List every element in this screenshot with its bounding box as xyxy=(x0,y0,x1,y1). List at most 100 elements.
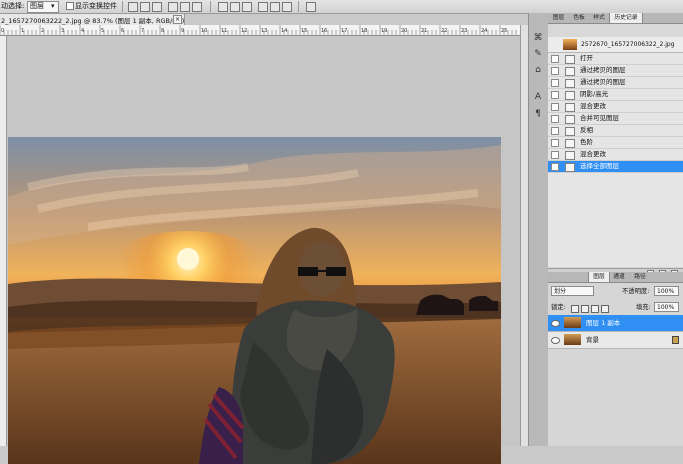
lock-position-icon[interactable] xyxy=(591,305,599,313)
history-item[interactable]: 通过拷贝的图层 xyxy=(548,77,683,89)
align-bottom-icon[interactable] xyxy=(152,2,162,12)
ruler-tick-label: 12 xyxy=(241,28,247,34)
tab-layers[interactable]: 图层 xyxy=(588,272,610,282)
history-source-checkbox[interactable] xyxy=(551,103,559,111)
history-source-checkbox[interactable] xyxy=(551,127,559,135)
history-item[interactable]: 混合更改 xyxy=(548,149,683,161)
history-source-checkbox[interactable] xyxy=(551,55,559,63)
ruler-tick-label: 8 xyxy=(161,28,164,34)
layer-name: 图层 1 副本 xyxy=(586,319,621,327)
history-source-checkbox[interactable] xyxy=(551,151,559,159)
history-item[interactable]: 打开 xyxy=(548,53,683,65)
history-item-label: 打开 xyxy=(580,54,593,62)
auto-align-icon[interactable] xyxy=(306,2,316,12)
history-step-icon xyxy=(565,55,575,64)
history-item-label: 通过拷贝的图层 xyxy=(580,66,626,74)
tab-layers[interactable]: 图层 xyxy=(548,13,569,23)
tab-paths[interactable]: 路径 xyxy=(630,272,650,282)
sunset-portrait-image xyxy=(8,137,501,464)
tab-channels[interactable]: 通道 xyxy=(609,272,629,282)
distribute-right-icon[interactable] xyxy=(282,2,292,12)
distribute-center-icon[interactable] xyxy=(270,2,280,12)
history-source-checkbox[interactable] xyxy=(551,67,559,75)
history-source-checkbox[interactable] xyxy=(551,115,559,123)
history-item[interactable]: 通过拷贝的图层 xyxy=(548,65,683,77)
tab-styles[interactable]: 样式 xyxy=(589,13,609,23)
paragraph-icon[interactable]: ¶ xyxy=(533,109,543,119)
align-left-icon[interactable] xyxy=(168,2,178,12)
lock-image-icon[interactable] xyxy=(581,305,589,313)
ruler-tick-label: 14 xyxy=(281,28,287,34)
history-source-checkbox[interactable] xyxy=(551,163,559,171)
history-snapshot[interactable]: 2572670_165727006322_2.jpg xyxy=(548,37,683,53)
history-source-checkbox[interactable] xyxy=(551,139,559,147)
history-source-checkbox[interactable] xyxy=(551,91,559,99)
toolbar-divider xyxy=(210,1,211,12)
history-list: 2572670_165727006322_2.jpg 打开 通过拷贝的图层 通过… xyxy=(548,37,683,267)
tab-swatches[interactable]: 色板 xyxy=(569,13,589,23)
history-item[interactable]: 反相 xyxy=(548,125,683,137)
history-panel-tabs: 图层 色板 样式 历史记录 xyxy=(548,13,683,24)
right-panel: 图层 色板 样式 历史记录 2572670_165727006322_2.jpg… xyxy=(548,13,683,446)
distribute-middle-icon[interactable] xyxy=(230,2,240,12)
left-ruler xyxy=(0,36,7,446)
snapshot-label: 2572670_165727006322_2.jpg xyxy=(581,41,675,48)
history-item-label: 色阶 xyxy=(580,138,593,146)
layer-row[interactable]: 图层 1 副本 xyxy=(548,315,683,332)
ruler-tick-label: 15 xyxy=(301,28,307,34)
clone-icon[interactable]: ⌂ xyxy=(533,65,543,75)
fill-value: 100% xyxy=(657,304,675,311)
top-ruler: 0 1 2 3 4 5 6 7 8 9 10 11 12 13 14 15 16 17 18 19 20 21 22 23 24… xyxy=(0,25,520,36)
layers-panel: 图层 通道 路径 划分 不透明度: 100% 锁定: 填充: 100% 图层 1… xyxy=(548,272,683,446)
lock-label: 锁定: xyxy=(551,304,566,311)
eye-icon[interactable] xyxy=(551,337,560,344)
ruler-tick-label: 23 xyxy=(461,28,467,34)
fill-field[interactable]: 100% xyxy=(654,302,679,312)
history-item[interactable]: 混合更改 xyxy=(548,101,683,113)
snapshot-thumbnail xyxy=(563,39,577,50)
ruler-tick-label: 18 xyxy=(361,28,367,34)
auto-select-dropdown[interactable]: 图层 ▾ xyxy=(27,1,59,13)
ruler-tick-label: 13 xyxy=(261,28,267,34)
distribute-left-icon[interactable] xyxy=(258,2,268,12)
history-icon[interactable]: ⌘ xyxy=(533,33,543,43)
history-step-icon xyxy=(565,115,575,124)
history-item[interactable]: 阴影/高光 xyxy=(548,89,683,101)
eye-icon[interactable] xyxy=(551,320,560,327)
tab-history[interactable]: 历史记录 xyxy=(609,13,643,23)
toolbar-divider xyxy=(298,1,299,12)
show-transform-label: 显示变换控件 xyxy=(75,2,117,10)
text-icon[interactable]: A xyxy=(533,92,543,102)
history-step-icon xyxy=(565,139,575,148)
history-item-label: 混合更改 xyxy=(580,150,606,158)
ruler-tick-label: 6 xyxy=(121,28,124,34)
distribute-top-icon[interactable] xyxy=(218,2,228,12)
history-item[interactable]: 色阶 xyxy=(548,137,683,149)
opacity-label: 不透明度: xyxy=(622,288,650,295)
show-transform-checkbox[interactable] xyxy=(66,2,74,10)
close-icon[interactable]: × xyxy=(173,15,182,24)
ruler-tick-label: 7 xyxy=(141,28,144,34)
history-item-selected[interactable]: 选择全部图层 xyxy=(548,161,683,173)
blend-mode-dropdown[interactable]: 划分 xyxy=(551,286,594,296)
align-middle-icon[interactable] xyxy=(140,2,150,12)
history-source-checkbox[interactable] xyxy=(551,79,559,87)
lock-transparency-icon[interactable] xyxy=(571,305,579,313)
history-item[interactable]: 合并可见图层 xyxy=(548,113,683,125)
ruler-ticks: 0 1 2 3 4 5 6 7 8 9 10 11 12 13 14 15 16 17 18 19 20 21 22 23 24… xyxy=(0,25,517,35)
align-right-icon[interactable] xyxy=(192,2,202,12)
layer-row[interactable]: 背景 xyxy=(548,332,683,349)
distribute-bottom-icon[interactable] xyxy=(242,2,252,12)
align-center-icon[interactable] xyxy=(180,2,190,12)
lock-all-icon[interactable] xyxy=(601,305,609,313)
history-item-label: 混合更改 xyxy=(580,102,606,110)
photo-canvas[interactable] xyxy=(8,137,501,464)
align-top-icon[interactable] xyxy=(128,2,138,12)
ruler-tick-label: 20 xyxy=(401,28,407,34)
brush-icon[interactable]: ✎ xyxy=(533,49,543,59)
document-canvas[interactable] xyxy=(7,36,520,464)
ruler-tick-label: 19 xyxy=(381,28,387,34)
ruler-tick-label: 0 xyxy=(1,28,4,34)
opacity-field[interactable]: 100% xyxy=(654,286,679,296)
history-step-icon xyxy=(565,79,575,88)
